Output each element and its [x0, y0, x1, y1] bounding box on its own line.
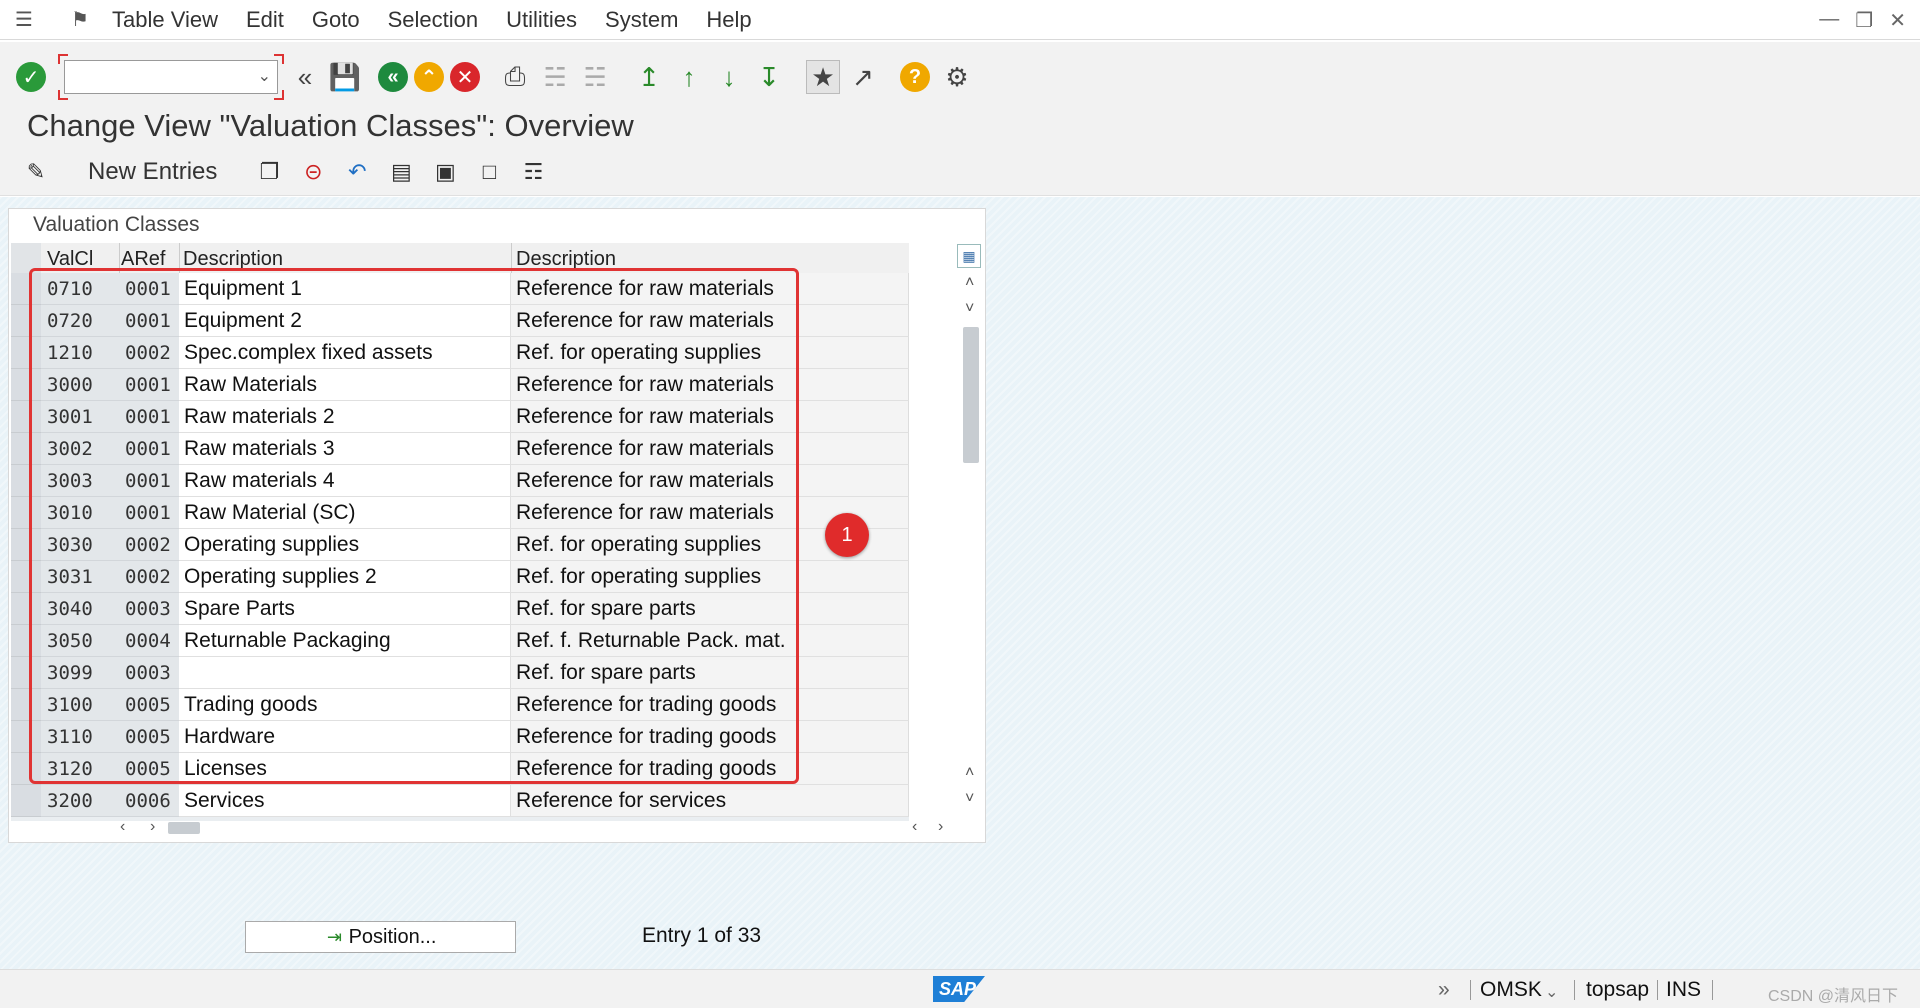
table-settings-icon[interactable]: ▦ [957, 244, 981, 268]
title-bar: Change View "Valuation Classes": Overvie… [0, 104, 1920, 148]
status-separator [1657, 980, 1658, 1000]
annotation-badge: 1 [825, 513, 869, 557]
select-all-icon[interactable]: ▤ [385, 156, 417, 188]
save-icon[interactable]: 💾 [328, 60, 362, 94]
menu-item-utilities[interactable]: Utilities [506, 7, 577, 33]
expand-status-icon[interactable]: » [1438, 978, 1450, 1002]
menu-list-icon[interactable]: ☰ [12, 9, 36, 31]
page-up-icon[interactable]: ˄ [965, 764, 974, 782]
row-select-handle[interactable] [11, 785, 41, 817]
status-separator [1574, 980, 1575, 1000]
deselect-all-icon[interactable]: □ [473, 156, 505, 188]
position-button[interactable]: ⇥ Position... [245, 921, 516, 953]
scroll-right-icon[interactable]: › [150, 818, 155, 836]
horizontal-scrollbar-thumb[interactable] [168, 822, 200, 834]
find-next-icon[interactable]: ☵ [578, 60, 612, 94]
position-icon: ⇥ [327, 926, 343, 947]
menu-bar: ☰ ⚑ Table View Edit Goto Selection Utili… [0, 0, 1920, 40]
cell-description[interactable]: Services [179, 785, 511, 817]
delete-icon[interactable]: ⊝ [297, 156, 329, 188]
scroll-up-icon[interactable]: ˄ [965, 274, 974, 292]
window-controls: — ❐ ✕ [1819, 8, 1906, 33]
cell-valcl: 3200 [41, 785, 119, 817]
status-separator [1712, 980, 1713, 1000]
create-session-icon[interactable]: ★ [806, 60, 840, 94]
minimize-icon[interactable]: — [1819, 8, 1839, 33]
display-change-icon[interactable]: ✎ [20, 156, 52, 188]
vertical-scrollbar-thumb[interactable] [963, 327, 979, 463]
new-entries-button[interactable]: New Entries [88, 158, 217, 186]
menu-item-help[interactable]: Help [706, 7, 751, 33]
last-page-icon[interactable]: ↧ [752, 60, 786, 94]
chevron-down-icon[interactable]: ⌄ [1545, 982, 1558, 1002]
position-button-label: Position... [348, 925, 437, 948]
page-title: Change View "Valuation Classes": Overvie… [27, 108, 634, 143]
table-row[interactable]: 3200 0006 Services Reference for services [11, 785, 909, 817]
select-block-icon[interactable]: ▣ [429, 156, 461, 188]
insert-mode: INS [1666, 978, 1702, 1001]
exit-icon[interactable]: ⌃ [414, 62, 444, 92]
create-shortcut-icon[interactable]: ↗ [846, 60, 880, 94]
status-separator [1470, 980, 1471, 1000]
cell-ref-description: Reference for services [511, 785, 909, 817]
menu-item-goto[interactable]: Goto [312, 7, 360, 33]
page-down-icon[interactable]: ˅ [965, 790, 974, 808]
help-icon[interactable]: ? [900, 62, 930, 92]
scroll-down-icon[interactable]: ˅ [965, 300, 974, 318]
menu-item-selection[interactable]: Selection [388, 7, 479, 33]
chevron-down-icon[interactable]: ⌄ [258, 66, 271, 86]
collapse-double-left-icon[interactable]: « [288, 60, 322, 94]
application-toolbar: ✎ New Entries ❐ ⊝ ↶ ▤ ▣ □ ☶ [0, 148, 1920, 196]
print-icon[interactable]: ⎙ [498, 60, 532, 94]
cell-aref: 0006 [119, 785, 179, 817]
status-bar: SAP » OMSK ⌄ topsap INS CSDN @清风日下 [0, 969, 1920, 1008]
command-input[interactable] [65, 61, 245, 93]
system-name: OMSK [1480, 978, 1542, 1001]
cancel-icon[interactable]: ✕ [450, 62, 480, 92]
sap-logo: SAP [933, 976, 985, 1002]
enter-check-icon[interactable]: ✓ [16, 62, 46, 92]
scroll-right-icon[interactable]: › [938, 818, 943, 836]
command-field[interactable]: ⌄ [64, 60, 278, 94]
scroll-left-icon[interactable]: ‹ [120, 818, 125, 836]
menu-item-system[interactable]: System [605, 7, 678, 33]
print-field-names-icon[interactable]: ☶ [517, 156, 549, 188]
copy-as-icon[interactable]: ❐ [253, 156, 285, 188]
watermark: CSDN @清风日下 [1768, 988, 1899, 1005]
find-icon[interactable]: ☵ [538, 60, 572, 94]
system-toolbar: ✓ ⌄ « 💾 « ⌃ ✕ ⎙ ☵ ☵ ↥ ↑ ↓ ↧ ★ ↗ ? ⚙ [0, 42, 1920, 112]
close-icon[interactable]: ✕ [1889, 8, 1906, 33]
next-page-icon[interactable]: ↓ [712, 60, 746, 94]
table-panel-title: Valuation Classes [33, 213, 200, 236]
previous-page-icon[interactable]: ↑ [672, 60, 706, 94]
restore-icon[interactable]: ❐ [1855, 8, 1873, 33]
scroll-left-icon[interactable]: ‹ [912, 818, 917, 836]
command-field-wrapper: ⌄ [58, 54, 284, 100]
pin-icon[interactable]: ⚑ [68, 9, 92, 31]
menu-item-table-view[interactable]: Table View [112, 7, 218, 33]
back-icon[interactable]: « [378, 62, 408, 92]
entry-counter: Entry 1 of 33 [642, 924, 762, 947]
customize-layout-gear-icon[interactable]: ⚙ [940, 60, 974, 94]
first-page-icon[interactable]: ↥ [632, 60, 666, 94]
annotation-highlight-box [29, 268, 799, 784]
menu-item-edit[interactable]: Edit [246, 7, 284, 33]
undo-change-icon[interactable]: ↶ [341, 156, 373, 188]
host-name: topsap [1586, 978, 1650, 1001]
